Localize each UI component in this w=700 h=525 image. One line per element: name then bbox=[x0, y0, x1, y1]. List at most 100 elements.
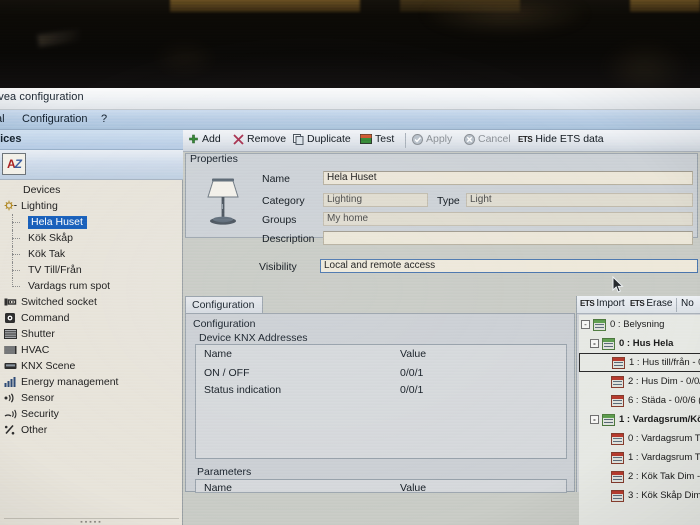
sidebar-device-vardags-rum-spot[interactable]: Vardags rum spot bbox=[0, 278, 183, 294]
tree-expander-icon[interactable]: - bbox=[590, 415, 599, 424]
ets-panel: ETS Import ETS Erase No - 0 : Belysning - 0… bbox=[576, 296, 700, 525]
apply-button-label: Apply bbox=[426, 133, 453, 145]
energy-icon bbox=[4, 376, 17, 388]
sidebar-device-kök-tak[interactable]: Kök Tak bbox=[0, 246, 183, 262]
sidebar-category-lighting[interactable]: Lighting bbox=[0, 198, 183, 214]
sidebar-header-label: vices bbox=[0, 133, 22, 145]
command-icon bbox=[4, 312, 17, 324]
cancel-button-label: Cancel bbox=[478, 133, 511, 145]
tree-guide-tick bbox=[12, 286, 20, 287]
sensor-icon bbox=[4, 392, 17, 404]
menu-bar[interactable]: al Configuration ? bbox=[0, 110, 700, 130]
config-tabstrip[interactable]: Configuration bbox=[185, 296, 575, 314]
ets-group-icon-green bbox=[602, 413, 615, 426]
az-sort-icon[interactable]: AZ bbox=[2, 153, 26, 175]
sidebar-device-hela-huset[interactable]: Hela Huset bbox=[0, 214, 183, 230]
parameters-table[interactable]: Name Value bbox=[195, 479, 567, 494]
sidebar-device-label: Hela Huset bbox=[28, 215, 87, 229]
ets-third-label: No bbox=[681, 298, 694, 309]
sidebar-device-tv-till-från[interactable]: TV Till/Från bbox=[0, 262, 183, 278]
ets-import-button[interactable]: ETS Import bbox=[580, 298, 625, 309]
monitor-bezel bbox=[0, 0, 700, 88]
field-label-name: Name bbox=[262, 173, 291, 185]
tree-guide-tick bbox=[12, 222, 20, 223]
test-button-label: Test bbox=[375, 133, 395, 145]
field-label-description: Description bbox=[262, 233, 315, 245]
ets-address-icon bbox=[612, 356, 625, 369]
field-label-type: Type bbox=[437, 195, 460, 207]
menu-item-help[interactable]: ? bbox=[101, 113, 107, 125]
hide-ets-data-label: Hide ETS data bbox=[535, 133, 604, 145]
groups-field[interactable]: My home bbox=[323, 212, 693, 226]
description-field[interactable] bbox=[323, 231, 693, 245]
sidebar-device-kök-skåp[interactable]: Kök Skåp bbox=[0, 230, 183, 246]
tab-configuration[interactable]: Configuration bbox=[185, 296, 264, 314]
ets-tree-row[interactable]: 1 : Hus till/från - 0/0 bbox=[579, 353, 700, 372]
ets-group-address-tree[interactable]: - 0 : Belysning - 0 : Hus Hela 1 : Hus till/… bbox=[579, 315, 700, 525]
ets-tree-row[interactable]: - 1 : Vardagsrum/Kök bbox=[579, 410, 700, 429]
knx-addresses-table[interactable]: Name Value ON / OFF 0/0/1 Status indicat… bbox=[195, 344, 567, 459]
apply-button[interactable]: Apply bbox=[412, 133, 452, 145]
ets-tree-row[interactable]: 2 : Kök Tak Dim - 0/1 bbox=[579, 467, 700, 486]
sidebar-device-label: Kök Skåp bbox=[28, 232, 73, 244]
add-button[interactable]: Add bbox=[188, 133, 221, 145]
type-field[interactable]: Light bbox=[466, 193, 693, 207]
ets-tree-row-label: 0 : Hus Hela bbox=[619, 338, 674, 349]
ets-tree-row[interactable]: 6 : Städa - 0/0/6 (1 B bbox=[579, 391, 700, 410]
ets-erase-button[interactable]: ETS Erase bbox=[630, 298, 672, 309]
sidebar-category-security[interactable]: Security bbox=[0, 406, 183, 422]
ets-tree-row[interactable]: - 0 : Hus Hela bbox=[579, 334, 700, 353]
sidebar-category-switched-socket[interactable]: Switched socket bbox=[0, 294, 183, 310]
ets-import-label: Import bbox=[596, 298, 625, 309]
name-field[interactable]: Hela Huset bbox=[323, 171, 693, 185]
tree-expander-icon[interactable]: - bbox=[590, 339, 599, 348]
device-tree[interactable]: Devices Lighting Hela Huset Kök Skåp Kök Tak… bbox=[0, 182, 183, 517]
ets-tree-row[interactable]: 0 : Vardagsrum Till/F bbox=[579, 429, 700, 448]
visibility-field[interactable]: Local and remote access bbox=[320, 259, 698, 273]
table-lamp-icon bbox=[192, 171, 254, 233]
ets-tree-row-label: 6 : Städa - 0/0/6 (1 B bbox=[628, 395, 700, 406]
monitor-photo: ovea configuration al Configuration ? vi… bbox=[0, 0, 700, 525]
ets-tree-row[interactable]: 3 : Kök Skåp Dim - 0/1 bbox=[579, 486, 700, 505]
test-button[interactable]: Test bbox=[360, 133, 394, 145]
lighting-icon bbox=[4, 200, 17, 212]
sidebar-device-label: Vardags rum spot bbox=[28, 280, 111, 292]
sidebar-category-sensor[interactable]: Sensor bbox=[0, 390, 183, 406]
other-icon bbox=[4, 424, 17, 436]
ets-tree-row[interactable]: - 0 : Belysning bbox=[579, 315, 700, 334]
properties-groupbox: Properties Name Hela Huset Category Ligh… bbox=[185, 153, 698, 245]
sidebar-toolbar: AZ bbox=[0, 150, 183, 180]
ets-tree-row[interactable]: 1 : Vardagsrum TV Ti bbox=[579, 448, 700, 467]
scene-icon bbox=[4, 360, 17, 372]
ets-logo-icon: ETS bbox=[518, 134, 533, 144]
cancel-circle-icon bbox=[464, 133, 475, 145]
duplicate-button-label: Duplicate bbox=[307, 133, 351, 145]
sidebar-category-shutter[interactable]: Shutter bbox=[0, 326, 183, 342]
sidebar-category-other[interactable]: Other bbox=[0, 422, 183, 438]
configuration-panel: Configuration Device KNX Addresses Name … bbox=[185, 313, 575, 494]
column-header-name: Name bbox=[204, 348, 233, 360]
category-field[interactable]: Lighting bbox=[323, 193, 428, 207]
sidebar-splitter[interactable]: ▪▪▪▪▪ bbox=[4, 518, 179, 525]
tree-root-devices[interactable]: Devices bbox=[0, 182, 183, 198]
sidebar-device-label: TV Till/Från bbox=[28, 264, 82, 276]
ets-group-icon-green bbox=[602, 337, 615, 350]
hide-ets-data-button[interactable]: ETS Hide ETS data bbox=[518, 133, 604, 145]
sidebar-category-label: Command bbox=[21, 312, 70, 324]
remove-button[interactable]: Remove bbox=[233, 133, 286, 145]
sidebar-category-knx-scene[interactable]: KNX Scene bbox=[0, 358, 183, 374]
cancel-button[interactable]: Cancel bbox=[464, 133, 511, 145]
sidebar-category-command[interactable]: Command bbox=[0, 310, 183, 326]
check-circle-icon bbox=[412, 133, 423, 145]
ets-tree-row[interactable]: 2 : Hus Dim - 0/0/2 bbox=[579, 372, 700, 391]
sidebar-category-energy-management[interactable]: Energy management bbox=[0, 374, 183, 390]
table-row-onoff-name: ON / OFF bbox=[204, 367, 250, 379]
sidebar-category-hvac[interactable]: HVAC bbox=[0, 342, 183, 358]
ets-third-button[interactable]: No bbox=[681, 298, 694, 309]
tree-expander-icon[interactable]: - bbox=[581, 320, 590, 329]
ets-tree-row-label: 1 : Hus till/från - 0/0 bbox=[629, 357, 700, 368]
menu-item-file[interactable]: al bbox=[0, 113, 5, 125]
duplicate-icon bbox=[293, 133, 304, 145]
duplicate-button[interactable]: Duplicate bbox=[293, 133, 351, 145]
menu-item-configuration[interactable]: Configuration bbox=[22, 113, 87, 125]
